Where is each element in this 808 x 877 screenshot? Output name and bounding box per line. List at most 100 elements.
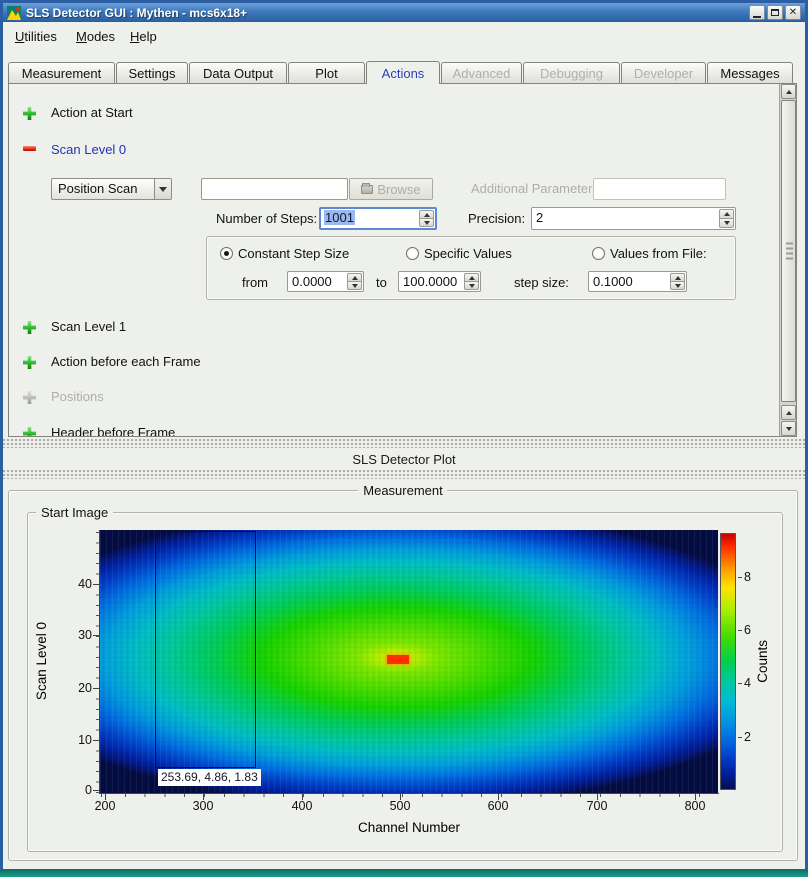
x-minor-ticks [100,794,718,797]
zoom-selection-rect [155,531,256,768]
scan-level-1-label[interactable]: Scan Level 1 [51,319,126,334]
x-tick-label: 700 [575,799,619,813]
arrow-up-icon [786,411,792,415]
arrow-up-icon [469,276,475,280]
step-size-value: 0.1000 [593,274,633,289]
splitter-handle[interactable] [3,439,805,448]
positions-label: Positions [51,389,104,404]
close-button[interactable]: ✕ [785,5,801,20]
action-before-each-frame-label[interactable]: Action before each Frame [51,354,201,369]
additional-parameter-input[interactable] [593,178,726,200]
combo-dropdown-button[interactable] [154,179,171,199]
radio-values-from-file-label[interactable]: Values from File: [610,246,707,261]
expand-plus-icon[interactable] [23,356,36,369]
from-spinbox[interactable]: 0.0000 [287,271,364,292]
scan-mode-combobox[interactable]: Position Scan [51,178,172,200]
scan-script-input[interactable] [201,178,348,200]
splitter-handle[interactable] [3,470,805,479]
spin-down-button[interactable] [347,281,362,290]
y-tick-label: 40 [64,577,92,591]
menu-help[interactable]: Help [127,27,160,46]
arrow-up-icon [724,212,730,216]
menu-modes[interactable]: Modes [73,27,118,46]
spin-up-button[interactable] [719,209,734,218]
radio-constant-step-size[interactable] [220,247,233,260]
spin-down-button[interactable] [464,281,479,290]
from-value: 0.0000 [292,274,332,289]
scan-level-0-label[interactable]: Scan Level 0 [51,142,126,157]
vertical-scrollbar[interactable] [779,84,796,436]
cursor-readout: 253.69, 4.86, 1.83 [158,769,261,786]
colorbar-tick-label: 6 [744,623,751,637]
action-at-start-label[interactable]: Action at Start [51,105,133,120]
spin-up-button[interactable] [419,210,434,218]
x-tick-label: 600 [476,799,520,813]
app-window: SLS Detector GUI : Mythen - mcs6x18+ ✕ U… [0,0,808,877]
spin-up-button[interactable] [464,273,479,281]
step-size-spinbox[interactable]: 0.1000 [588,271,687,292]
tab-debugging: Debugging [523,62,620,83]
radio-values-from-file[interactable] [592,247,605,260]
spin-buttons [719,209,734,228]
expand-plus-icon[interactable] [23,107,36,120]
x-axis-title: Channel Number [100,820,718,835]
colorbar-tick-label: 8 [744,570,751,584]
to-spinbox[interactable]: 100.0000 [398,271,481,292]
tab-settings[interactable]: Settings [116,62,188,83]
start-image-group-title: Start Image [36,505,113,520]
scrollbar-thumb[interactable] [781,100,796,402]
plot-canvas[interactable]: 253.69, 4.86, 1.83 [100,530,718,793]
menu-utilities[interactable]: Utilities [12,27,60,46]
y-minor-ticks [96,530,99,793]
scroll-up-button-2[interactable] [781,405,796,420]
tab-actions[interactable]: Actions [366,61,440,84]
arrow-up-icon [786,90,792,94]
step-size-label: step size: [514,275,569,290]
app-icon [7,6,21,20]
spin-buttons [419,210,434,227]
expand-plus-icon[interactable] [23,321,36,334]
chevron-down-icon [159,187,167,192]
number-of-steps-value: 1001 [324,210,355,225]
scroll-down-button[interactable] [781,421,796,436]
expand-plus-icon[interactable] [23,427,36,437]
arrow-up-icon [675,276,681,280]
spin-down-button[interactable] [419,218,434,227]
window-title: SLS Detector GUI : Mythen - mcs6x18+ [26,6,749,20]
y-axis-title: Scan Level 0 [32,530,50,793]
heatmap-peak [387,655,409,664]
x-tick-label: 800 [673,799,717,813]
colorbar [720,533,736,790]
number-of-steps-label: Number of Steps: [216,211,317,226]
titlebar[interactable]: SLS Detector GUI : Mythen - mcs6x18+ ✕ [3,3,805,22]
radio-constant-step-size-label[interactable]: Constant Step Size [238,246,349,261]
spin-down-button[interactable] [719,218,734,228]
y-tick-label: 20 [64,681,92,695]
spin-up-button[interactable] [670,273,685,281]
radio-specific-values[interactable] [406,247,419,260]
header-before-frame-label[interactable]: Header before Frame [51,425,175,437]
tab-measurement[interactable]: Measurement [8,62,115,83]
radio-specific-values-label[interactable]: Specific Values [424,246,512,261]
tab-data-output[interactable]: Data Output [189,62,287,83]
y-tick-label: 30 [64,628,92,642]
precision-spinbox[interactable]: 2 [531,207,736,230]
to-value: 100.0000 [403,274,457,289]
from-label: from [242,275,268,290]
window-controls: ✕ [749,5,801,20]
tab-messages[interactable]: Messages [707,62,793,83]
spin-up-button[interactable] [347,273,362,281]
tab-advanced: Advanced [441,62,522,83]
collapse-minus-icon[interactable] [23,146,36,151]
x-tick-label: 400 [280,799,324,813]
maximize-button[interactable] [767,5,783,20]
arrow-down-icon [786,427,792,431]
spin-down-button[interactable] [670,281,685,290]
tab-plot[interactable]: Plot [288,62,365,83]
arrow-up-icon [352,276,358,280]
number-of-steps-spinbox[interactable]: 1001 [319,207,437,230]
minimize-button[interactable] [749,5,765,20]
arrow-down-icon [675,284,681,288]
scroll-up-button[interactable] [781,84,796,99]
scan-mode-value: Position Scan [58,181,138,196]
